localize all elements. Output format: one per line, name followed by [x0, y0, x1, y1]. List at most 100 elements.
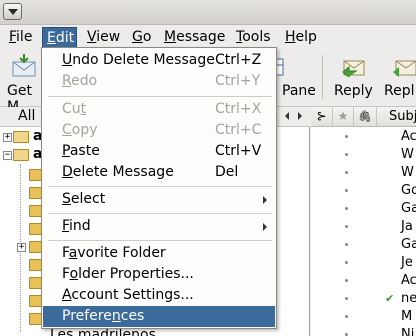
unread-dot-icon[interactable] — [345, 189, 348, 192]
expand-icon[interactable]: + — [3, 133, 12, 142]
menu-item-favorite-folder[interactable]: Favorite Folder — [43, 243, 275, 264]
message-row[interactable]: Go — [311, 182, 416, 200]
expand-icon[interactable]: + — [17, 243, 26, 252]
message-subject: ne — [401, 291, 416, 306]
star-column-icon[interactable]: ★ — [333, 107, 354, 127]
menu-separator — [48, 96, 272, 97]
menu-item-label: Paste — [62, 143, 100, 159]
unread-dot-icon[interactable] — [345, 225, 348, 228]
message-subject: Ja — [401, 219, 413, 234]
menu-separator — [48, 240, 272, 241]
shortcut-label: Ctrl+Z — [215, 52, 262, 68]
pane-button[interactable]: Pane — [274, 51, 317, 103]
message-row[interactable]: Ni — [311, 326, 416, 336]
menu-tools[interactable]: Tools — [233, 28, 274, 48]
shortcut-label: Ctrl+V — [215, 143, 262, 159]
message-row[interactable]: Ja — [311, 218, 416, 236]
unread-dot-icon[interactable] — [345, 207, 348, 210]
unread-dot-icon[interactable] — [345, 153, 348, 156]
thread-column-icon[interactable]: ⊱ — [311, 107, 333, 127]
shortcut-label: Del — [215, 164, 239, 180]
menu-item-cut[interactable]: Cut Ctrl+X — [43, 99, 275, 120]
prev-view-arrow-icon[interactable] — [285, 112, 289, 120]
subject-column-header[interactable]: Subj — [377, 107, 416, 127]
menu-item-label: Delete Message — [62, 164, 174, 180]
shortcut-label: Ctrl+Y — [215, 73, 261, 89]
account-folder-icon — [13, 149, 29, 161]
menu-separator — [48, 186, 272, 187]
menu-item-label: Cut — [62, 101, 87, 117]
message-subject: Go — [401, 183, 416, 198]
unread-dot-icon[interactable] — [345, 171, 348, 174]
message-row[interactable]: W — [311, 164, 416, 182]
window-menu-button[interactable] — [3, 3, 22, 20]
menu-message[interactable]: Message — [161, 28, 228, 48]
menu-item-undo-delete-message[interactable]: Undo Delete Message Ctrl+Z — [43, 50, 275, 71]
next-view-arrow-icon[interactable] — [298, 112, 302, 120]
unread-dot-icon[interactable] — [345, 297, 348, 300]
replied-check-icon: ✔ — [385, 292, 395, 305]
message-subject: Ga — [401, 237, 416, 252]
menu-bar: File Edit View Go Message Tools Help — [0, 25, 416, 49]
menu-file[interactable]: File — [6, 28, 35, 48]
reply-all-icon — [393, 60, 416, 77]
menu-item-copy[interactable]: Copy Ctrl+C — [43, 120, 275, 141]
menu-item-find[interactable]: Find — [43, 216, 275, 237]
menu-edit[interactable]: Edit — [42, 27, 77, 49]
menu-help[interactable]: Help — [282, 28, 320, 48]
message-subject: W — [401, 165, 414, 180]
message-subject: Ac — [401, 129, 416, 144]
menu-item-account-settings[interactable]: Account Settings... — [43, 285, 275, 306]
message-row[interactable]: Je — [311, 254, 416, 272]
message-subject: Je — [401, 255, 413, 270]
tree-row-account-1[interactable]: + a — [0, 128, 44, 146]
get-mail-icon — [12, 54, 36, 77]
message-row[interactable]: Ga — [311, 200, 416, 218]
tree-row-account-2[interactable]: − a — [0, 146, 44, 164]
message-row[interactable]: Ac — [311, 272, 416, 290]
menu-item-label: Undo Delete Message — [62, 52, 215, 68]
menu-item-label: Find — [62, 218, 91, 234]
message-row[interactable]: Ga — [311, 236, 416, 254]
menu-item-folder-properties[interactable]: Folder Properties... — [43, 264, 275, 285]
shortcut-label: Ctrl+C — [215, 122, 262, 138]
menu-item-label: Redo — [62, 73, 98, 89]
reply-button[interactable]: Reply — [328, 51, 376, 103]
message-subject: Ga — [401, 201, 416, 216]
reply-icon — [342, 60, 365, 78]
unread-dot-icon[interactable] — [345, 261, 348, 264]
unread-dot-icon[interactable] — [345, 135, 348, 138]
submenu-arrow-icon — [263, 196, 267, 204]
message-row[interactable]: M — [311, 308, 416, 326]
message-list: ⊱ ★ 🖇 Subj Ac W W Go Ga Ja Ga Je Ac ✔ ne M Ni — [311, 107, 416, 336]
menu-item-delete-message[interactable]: Delete Message Del — [43, 162, 275, 183]
menu-item-select[interactable]: Select — [43, 189, 275, 210]
reply-all-button[interactable]: Repl — [380, 51, 416, 103]
unread-dot-icon[interactable] — [345, 279, 348, 282]
message-row[interactable]: Ac — [311, 128, 416, 146]
menu-item-preferences[interactable]: Preferences — [43, 306, 275, 327]
collapse-icon[interactable]: − — [3, 151, 12, 160]
title-bar — [0, 0, 416, 25]
menu-item-label: Preferences — [62, 308, 145, 324]
shortcut-label: Ctrl+X — [215, 101, 262, 117]
message-row[interactable]: W — [311, 146, 416, 164]
message-subject: M — [401, 309, 413, 324]
attachment-column-icon[interactable]: 🖇 — [354, 107, 377, 127]
folder-view-label: All — [18, 108, 36, 124]
unread-dot-icon[interactable] — [345, 315, 348, 318]
message-row[interactable]: ✔ ne — [311, 290, 416, 308]
menu-separator — [48, 213, 272, 214]
menu-item-redo[interactable]: Redo Ctrl+Y — [43, 71, 275, 92]
pane-label: Pane — [282, 83, 316, 99]
account-folder-icon — [13, 131, 29, 143]
reply-all-label: Repl — [384, 83, 415, 99]
submenu-arrow-icon — [263, 223, 267, 231]
unread-dot-icon[interactable] — [345, 243, 348, 246]
menu-view[interactable]: View — [84, 28, 123, 48]
menu-go[interactable]: Go — [129, 28, 154, 48]
message-list-header: ⊱ ★ 🖇 Subj — [311, 107, 416, 127]
menu-item-paste[interactable]: Paste Ctrl+V — [43, 141, 275, 162]
reply-label: Reply — [334, 83, 373, 99]
menu-item-label: Favorite Folder — [62, 245, 166, 261]
